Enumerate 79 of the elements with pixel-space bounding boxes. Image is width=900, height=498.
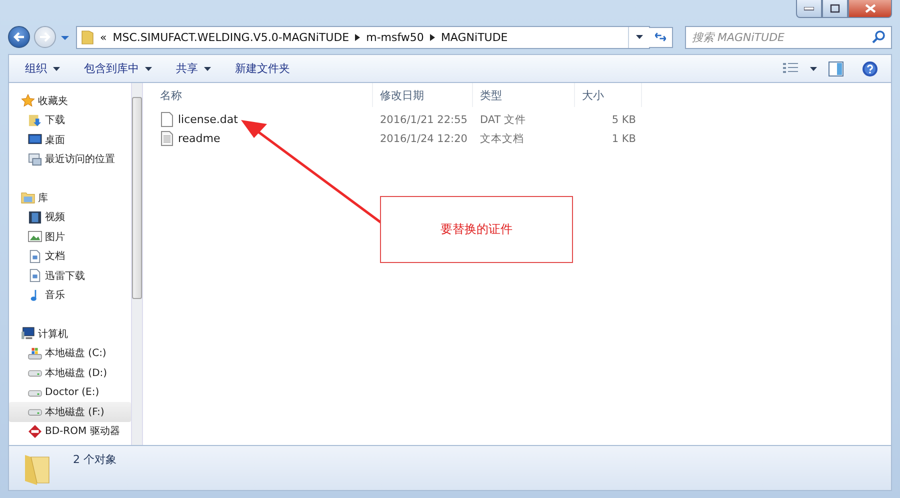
column-header[interactable]: 大小: [575, 83, 642, 107]
sidebar-item[interactable]: 视频: [9, 208, 131, 227]
status-text: 2 个对象: [73, 452, 116, 467]
sidebar-item[interactable]: 本地磁盘 (D:): [9, 363, 131, 382]
sidebar-item[interactable]: 下载: [9, 110, 131, 130]
file-name[interactable]: license.dat: [153, 112, 373, 127]
help-icon[interactable]: [861, 60, 879, 76]
search-icon[interactable]: [872, 30, 886, 44]
history-caret-icon[interactable]: [60, 33, 70, 41]
sidebar-item[interactable]: 本地磁盘 (F:): [9, 402, 131, 422]
minimize-icon: [804, 6, 814, 10]
refresh-icon: [655, 31, 666, 43]
library-folder-icon: [21, 191, 35, 204]
preview-pane-icon[interactable]: [827, 60, 845, 76]
scrollbar[interactable]: [131, 83, 143, 445]
toolbar-button[interactable]: 共享: [166, 58, 221, 79]
caret-icon: [204, 66, 211, 70]
dropdown-caret-icon: [636, 35, 642, 39]
annotation-box: 要替换的证件: [380, 196, 573, 263]
close-button[interactable]: [848, 0, 892, 18]
maximize-icon: [830, 4, 840, 13]
picture-icon: [28, 230, 42, 244]
column-header[interactable]: 名称: [153, 83, 373, 107]
minimize-button[interactable]: [796, 0, 822, 18]
back-button[interactable]: [8, 26, 30, 48]
document-icon: [28, 250, 42, 263]
star-icon: [21, 94, 35, 108]
chevron-icon[interactable]: [355, 34, 360, 40]
computer-icon: [21, 327, 35, 340]
breadcrumb-overflow[interactable]: «: [100, 30, 107, 44]
column-header[interactable]: 类型: [473, 83, 575, 107]
recent-places-icon: [28, 152, 42, 166]
table-cell-text: 5 KB: [610, 114, 637, 126]
sidebar-item[interactable]: 本地磁盘 (C:): [9, 344, 131, 363]
search-field[interactable]: 搜索 MAGNiTUDE: [685, 26, 892, 48]
sidebar-item[interactable]: 文档: [9, 246, 131, 266]
table-cell-text: 2016/1/21 22:55: [379, 114, 468, 126]
film-icon: [28, 210, 42, 224]
sidebar-item[interactable]: 最近访问的位置: [9, 150, 131, 169]
table-cell-text: 2016/1/24 12:20: [379, 132, 468, 144]
close-icon: [864, 4, 876, 13]
address-bar[interactable]: « MSC.SIMUFACT.WELDING.V5.0-MAGNiTUDE m-msfw50 MAGNiTUDE: [76, 26, 650, 48]
sidebar-group[interactable]: 库: [9, 188, 131, 208]
table-cell-text: 1 KB: [610, 132, 637, 144]
file-name[interactable]: readme: [153, 131, 373, 146]
monitor-icon: [28, 133, 42, 146]
table-cell-text: DAT 文件: [479, 112, 528, 126]
sidebar-item[interactable]: 迅雷下载: [9, 266, 131, 286]
folder-download-icon: [28, 114, 42, 127]
refresh-button[interactable]: [649, 26, 673, 48]
caret-icon: [53, 66, 60, 70]
caret-icon: [145, 66, 152, 70]
toolbar-button[interactable]: 组织: [15, 58, 70, 79]
back-arrow-icon: [13, 32, 25, 42]
chevron-icon[interactable]: [430, 34, 435, 40]
breadcrumb-item[interactable]: MAGNiTUDE: [440, 30, 508, 44]
column-header[interactable]: 修改日期: [373, 83, 473, 107]
sidebar-group[interactable]: 计算机: [9, 324, 131, 344]
maximize-button[interactable]: [822, 0, 848, 18]
sidebar-item[interactable]: 桌面: [9, 130, 131, 150]
sidebar-item[interactable]: 图片: [9, 227, 131, 246]
sidebar-item[interactable]: 音乐: [9, 286, 131, 305]
file-icon: [161, 112, 173, 127]
sidebar-group[interactable]: 收藏夹: [9, 91, 131, 110]
disc-drive-icon: [28, 424, 42, 438]
folder-icon: [81, 30, 94, 44]
toolbar-button[interactable]: 包含到库中: [74, 58, 162, 79]
sidebar-item[interactable]: BD-ROM 驱动器: [9, 422, 131, 441]
document-icon: [28, 269, 42, 282]
view-caret-icon: [810, 66, 817, 70]
forward-arrow-icon: [39, 32, 51, 42]
breadcrumb-item[interactable]: MSC.SIMUFACT.WELDING.V5.0-MAGNiTUDE: [112, 30, 350, 44]
system-drive-icon: [28, 346, 42, 360]
text-file-icon: [161, 131, 173, 146]
sidebar-item[interactable]: Doctor (E:): [9, 382, 131, 402]
breadcrumb-item[interactable]: m-msfw50: [366, 30, 424, 44]
scrollbar-thumb[interactable]: [132, 97, 142, 299]
table-cell-text: 文本文档: [479, 132, 525, 146]
toolbar-button[interactable]: 新建文件夹: [225, 58, 300, 79]
